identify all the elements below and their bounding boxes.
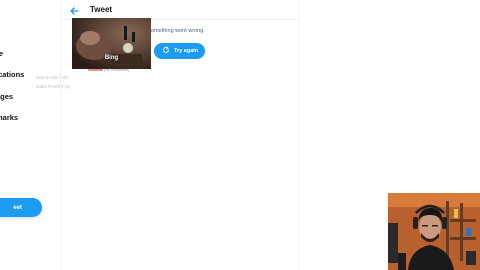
back-arrow-icon[interactable] [68, 4, 80, 16]
media-thumbnail: Bing [72, 18, 151, 69]
webcam-image [388, 193, 480, 270]
stream-overlay-line-1: Sub Scrolli 1000 [36, 75, 69, 80]
sidebar-nav: e re ications ages marks e eet [0, 0, 60, 270]
sidebar-item-bookmarks[interactable]: marks [0, 113, 18, 122]
tweet-button-label: eet [13, 204, 22, 211]
error-message: omething went wrong. [151, 28, 205, 34]
sidebar-item-label: re [0, 49, 4, 58]
try-again-button[interactable]: Try again [154, 43, 205, 59]
media-caption: solidmail (not subscribed) [88, 68, 129, 72]
stream-overlay-line-2: Gabe Pondlyt (S) [36, 84, 71, 89]
sidebar-item-label: ages [0, 92, 14, 101]
media-caption-name: solidmail [88, 68, 104, 72]
sidebar-item-messages[interactable]: ages [0, 92, 13, 101]
sidebar-item-label: ications [0, 70, 25, 79]
sidebar-item-explore[interactable]: re [0, 49, 3, 58]
media-caption-tag: (not subscribed) [104, 68, 130, 72]
sidebar-item-notifications[interactable]: ications [0, 70, 24, 79]
try-again-label: Try again [174, 48, 199, 54]
page-title: Tweet [90, 5, 113, 14]
webcam-overlay [388, 193, 480, 270]
tweet-header: Tweet [60, 0, 299, 20]
column-divider-left [60, 0, 61, 270]
refresh-icon [162, 46, 170, 56]
column-divider-right [299, 0, 300, 270]
sidebar-item-label: marks [0, 113, 19, 122]
media-image [72, 18, 151, 69]
media-overlay-label: Bing [104, 55, 119, 61]
tweet-button[interactable]: eet [0, 198, 42, 217]
